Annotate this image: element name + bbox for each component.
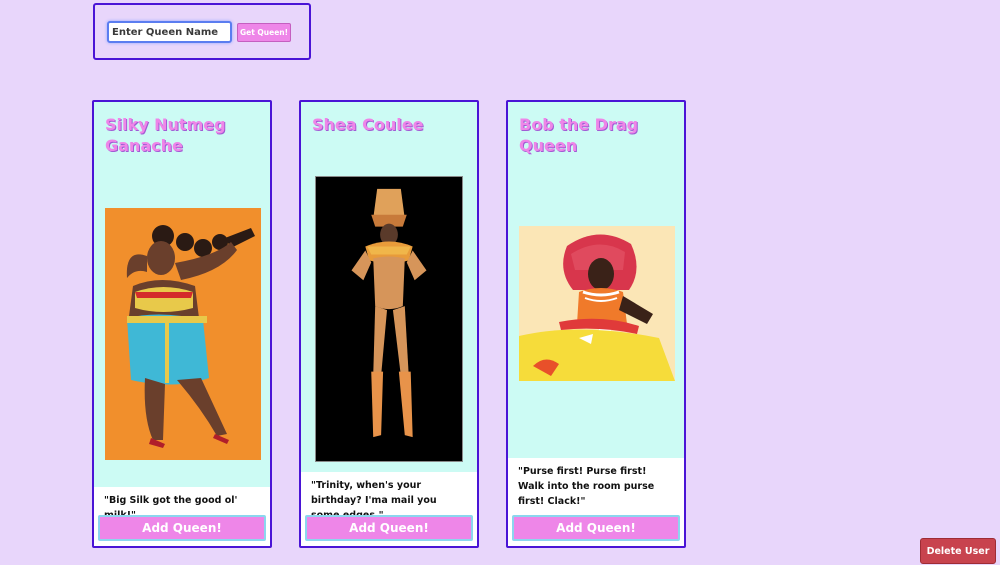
quote-area: "Trinity, when's your birthday? I'ma mai… <box>301 472 477 546</box>
queen-card: Bob the Drag Queen "Purse first! Purse f… <box>506 100 686 548</box>
queen-name: Bob the Drag Queen <box>519 115 639 155</box>
queen-photo-image <box>105 208 261 460</box>
queen-quote: "Purse first! Purse first! Walk into the… <box>518 466 655 507</box>
queen-photo-image <box>519 226 675 381</box>
add-queen-button[interactable]: Add Queen! <box>98 515 266 541</box>
get-queen-button[interactable]: Get Queen! <box>237 23 291 42</box>
queen-name: Shea Coulee <box>312 115 424 134</box>
add-queen-button[interactable]: Add Queen! <box>512 515 680 541</box>
quote-area: "Purse first! Purse first! Walk into the… <box>508 458 684 546</box>
quote-area: "Big Silk got the good ol' milk!" Add Qu… <box>94 487 270 546</box>
queen-card: Shea Coulee "Trinity, when's your birthd… <box>299 100 479 548</box>
queen-photo <box>519 226 675 381</box>
queen-name: Silky Nutmeg Ganache <box>105 115 226 155</box>
queen-photo <box>315 176 463 462</box>
queen-photo <box>105 208 261 460</box>
queen-name-input[interactable] <box>107 21 232 43</box>
queen-card: Silky Nutmeg Ganache "Big Silk got the g… <box>92 100 272 548</box>
delete-user-button[interactable]: Delete User <box>920 538 996 564</box>
queen-photo-image <box>316 177 462 461</box>
add-queen-button[interactable]: Add Queen! <box>305 515 473 541</box>
search-form: Get Queen! <box>93 3 311 60</box>
page: Get Queen! Silky Nutmeg Ganache <box>0 0 1000 565</box>
